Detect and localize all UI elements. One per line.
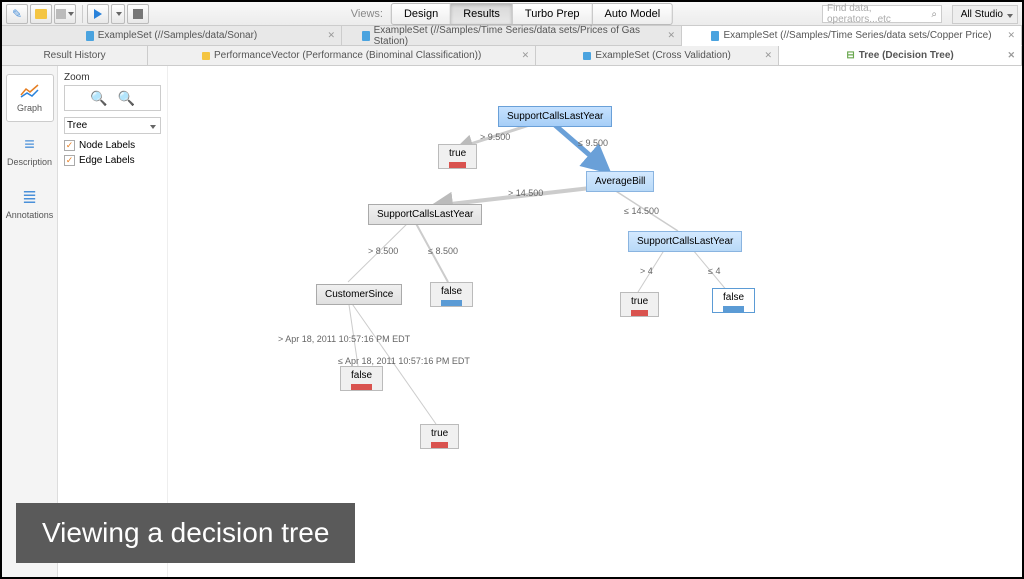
edge-label: > 9.500	[480, 132, 510, 142]
leaf-bar	[351, 384, 372, 390]
close-icon[interactable]: ✕	[522, 50, 530, 61]
node-labels-check[interactable]: Node Labels	[64, 140, 161, 151]
main-toolbar: Views: Design Results Turbo Prep Auto Mo…	[2, 2, 1022, 26]
tree-leaf[interactable]: true	[438, 144, 477, 169]
view-tab-design[interactable]: Design	[391, 3, 451, 25]
search-input[interactable]: Find data, operators...etc	[822, 5, 942, 23]
edge-label: > Apr 18, 2011 10:57:16 PM EDT	[278, 334, 410, 344]
tree-canvas[interactable]: SupportCallsLastYear AverageBill Support…	[168, 66, 1022, 577]
file-tab[interactable]: ExampleSet (//Samples/Time Series/data s…	[682, 26, 1022, 46]
performance-icon	[202, 52, 210, 60]
tree-leaf[interactable]: true	[620, 292, 659, 317]
zoom-controls: 🔍 🔍	[64, 85, 161, 111]
edge-label: ≤ 14.500	[624, 206, 659, 216]
dataset-icon	[711, 31, 719, 41]
save-dropdown[interactable]	[54, 4, 76, 24]
main-area: Graph Description Annotations Zoom 🔍 🔍 T…	[2, 66, 1022, 577]
zoom-out-icon[interactable]: 🔍	[118, 90, 135, 107]
sub-tab-history[interactable]: Result History	[2, 46, 148, 65]
edge-label: ≤ 9.500	[578, 138, 608, 148]
tree-icon: ⊟	[846, 50, 854, 61]
checkbox-icon	[64, 155, 75, 166]
file-tab[interactable]: ExampleSet (//Samples/Time Series/data s…	[342, 26, 682, 45]
tree-leaf[interactable]: false	[712, 288, 755, 313]
tree-node[interactable]: CustomerSince	[316, 284, 402, 305]
controls-panel: Zoom 🔍 🔍 Tree Node Labels Edge Labels	[58, 66, 168, 577]
view-tab-turbo[interactable]: Turbo Prep	[513, 3, 593, 25]
close-icon[interactable]: ✕	[765, 50, 773, 61]
stop-button[interactable]	[127, 4, 149, 24]
leaf-bar	[441, 300, 462, 306]
dataset-icon	[583, 52, 591, 60]
run-button[interactable]	[87, 4, 109, 24]
tree-leaf[interactable]: true	[420, 424, 459, 449]
edge-label: > 4	[640, 266, 653, 276]
graph-icon	[20, 83, 40, 99]
new-process-button[interactable]	[6, 4, 28, 24]
view-tab-results[interactable]: Results	[451, 3, 513, 25]
zoom-in-icon[interactable]: 🔍	[90, 90, 107, 107]
left-nav-annotations[interactable]: Annotations	[6, 179, 54, 228]
edge-labels-check[interactable]: Edge Labels	[64, 155, 161, 166]
zoom-label: Zoom	[64, 72, 161, 83]
edge-label: > 8.500	[368, 246, 398, 256]
close-icon[interactable]: ✕	[1007, 30, 1015, 41]
result-sub-tabs: Result History PerformanceVector (Perfor…	[2, 46, 1022, 66]
leaf-bar	[431, 442, 448, 448]
description-icon	[6, 134, 54, 155]
leaf-bar	[449, 162, 466, 168]
tree-node[interactable]: SupportCallsLastYear	[628, 231, 742, 252]
checkbox-icon	[64, 140, 75, 151]
close-icon[interactable]: ✕	[1007, 50, 1015, 61]
open-button[interactable]	[30, 4, 52, 24]
view-tab-automodel[interactable]: Auto Model	[593, 3, 674, 25]
leaf-bar	[723, 306, 744, 312]
left-nav-graph[interactable]: Graph	[6, 74, 54, 122]
file-tabs: ExampleSet (//Samples/data/Sonar)✕ Examp…	[2, 26, 1022, 46]
annotations-icon	[6, 187, 54, 208]
run-dropdown[interactable]	[111, 4, 125, 24]
edge-label: ≤ Apr 18, 2011 10:57:16 PM EDT	[338, 356, 470, 366]
edge-label: ≤ 4	[708, 266, 720, 276]
leaf-bar	[631, 310, 648, 316]
caption-overlay: Viewing a decision tree	[16, 503, 355, 563]
dataset-icon	[86, 31, 94, 41]
close-icon[interactable]: ✕	[667, 30, 675, 41]
close-icon[interactable]: ✕	[327, 30, 335, 41]
left-panel: Graph Description Annotations	[2, 66, 58, 577]
edge-label: > 14.500	[508, 188, 543, 198]
sub-tab-tree[interactable]: ⊟Tree (Decision Tree)✕	[779, 46, 1022, 65]
studio-dropdown[interactable]: All Studio	[952, 5, 1018, 24]
views-label: Views:	[351, 8, 383, 20]
tree-node-root[interactable]: SupportCallsLastYear	[498, 106, 612, 127]
tree-leaf[interactable]: false	[430, 282, 473, 307]
dataset-icon	[362, 31, 370, 41]
edge-label: ≤ 8.500	[428, 246, 458, 256]
tree-node[interactable]: SupportCallsLastYear	[368, 204, 482, 225]
left-nav-description[interactable]: Description	[6, 126, 54, 175]
file-tab[interactable]: ExampleSet (//Samples/data/Sonar)✕	[2, 26, 342, 45]
views-switcher: Views: Design Results Turbo Prep Auto Mo…	[351, 3, 673, 25]
tree-leaf[interactable]: false	[340, 366, 383, 391]
layout-select[interactable]: Tree	[64, 117, 161, 134]
sub-tab-performance[interactable]: PerformanceVector (Performance (Binomina…	[148, 46, 536, 65]
sub-tab-exampleset[interactable]: ExampleSet (Cross Validation)✕	[536, 46, 779, 65]
tree-node[interactable]: AverageBill	[586, 171, 654, 192]
